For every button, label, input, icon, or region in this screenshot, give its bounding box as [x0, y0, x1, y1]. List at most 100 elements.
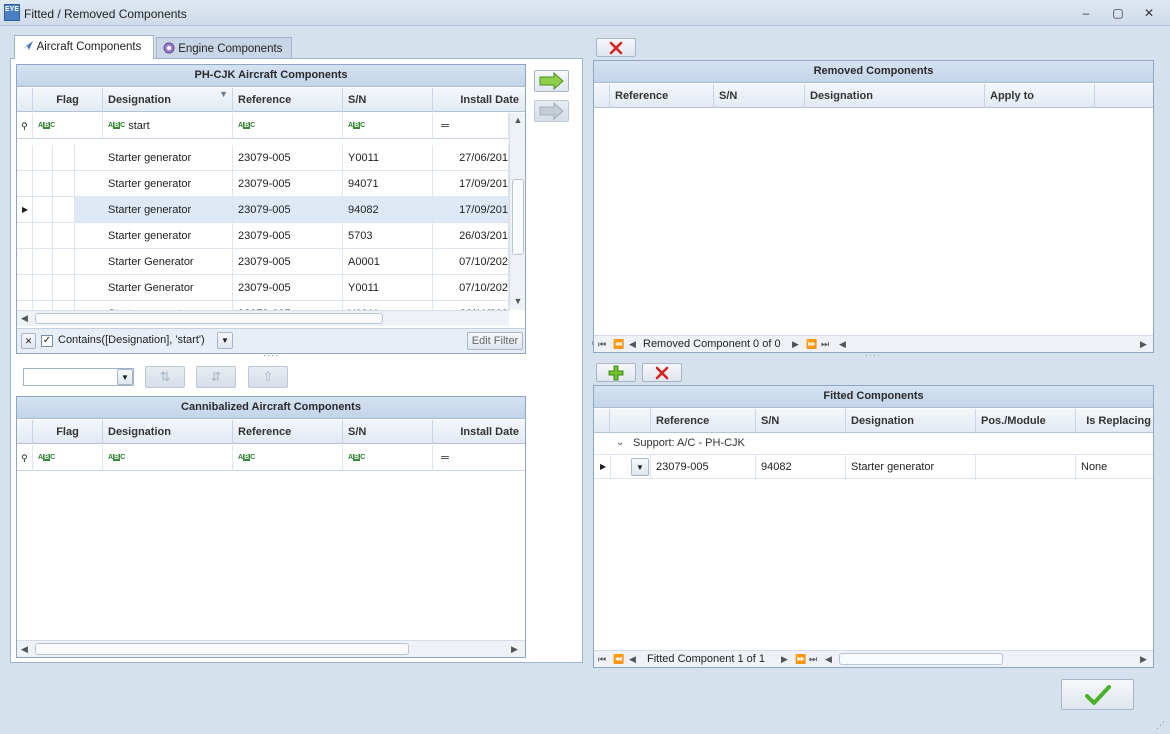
filter-icon[interactable]: ▼ [219, 88, 228, 106]
scroll-right-icon[interactable]: ▶ [1140, 339, 1147, 350]
row-pointer-icon: ▶ [600, 462, 607, 471]
filter-date-input[interactable]: ═ [433, 113, 509, 139]
filter-date-input[interactable]: ═ [433, 445, 525, 471]
delete-fitted-button[interactable] [642, 363, 682, 382]
row-is-replacing[interactable]: None [1076, 454, 1153, 480]
resize-grip-icon[interactable]: ⋰ [1156, 720, 1165, 731]
clear-filter-icon[interactable]: ✕ [21, 333, 36, 349]
edit-filter-button[interactable]: Edit Filter [467, 332, 523, 350]
cannibalized-hscrollbar[interactable]: ◀ ▶ [17, 640, 525, 657]
col-pos-module[interactable]: Pos./Module [976, 409, 1076, 433]
tab-engine-components[interactable]: Engine Components [156, 37, 292, 59]
splitter-handle-vertical[interactable]: ···· [588, 340, 598, 344]
filter-expression[interactable]: Contains([Designation], 'start') [58, 334, 205, 346]
engine-icon [163, 42, 178, 55]
col-reference[interactable]: Reference [233, 88, 343, 112]
nav-first-icon[interactable]: ⏮ [598, 654, 606, 665]
col-designation[interactable]: Designation [103, 420, 233, 444]
col-designation[interactable]: Designation [805, 84, 985, 108]
nav-next-page-icon[interactable]: ⏩ [795, 654, 806, 665]
aircraft-grid-hscrollbar[interactable]: ◀ [17, 310, 509, 326]
checkmark-icon [1084, 685, 1111, 705]
filter-reference-input[interactable]: ABC [233, 445, 343, 471]
col-apply-to[interactable]: Apply to [985, 84, 1095, 108]
ok-button[interactable] [1061, 679, 1134, 710]
filter-flag-input[interactable]: ABC [33, 445, 103, 471]
nav-next-page-icon[interactable]: ⏩ [806, 339, 817, 350]
filter-enabled-checkbox[interactable]: ✓ [41, 335, 53, 347]
maximize-button[interactable]: ▢ [1107, 4, 1129, 22]
col-flag[interactable]: Flag [33, 88, 103, 112]
table-row[interactable]: Starter generator 23079-005 94071 17/09/… [17, 171, 509, 197]
nav-last-icon[interactable]: ⏭ [821, 339, 829, 350]
filter-flag-input[interactable]: ABC [33, 113, 103, 139]
splitter-handle-left[interactable]: ···· [263, 350, 279, 360]
swap-button[interactable]: ⇵ [196, 366, 236, 388]
add-fitted-button[interactable] [596, 363, 636, 382]
scroll-left-icon[interactable]: ◀ [839, 339, 846, 350]
tab-aircraft-components[interactable]: Aircraft Components [14, 35, 154, 59]
chevron-down-icon[interactable]: ▼ [117, 369, 133, 385]
col-reference[interactable]: Reference [233, 420, 343, 444]
col-sn[interactable]: S/N [714, 84, 805, 108]
table-row[interactable]: Starter Generator 23079-005 Y0011 07/10/… [17, 275, 509, 301]
col-sn[interactable]: S/N [756, 409, 846, 433]
table-row[interactable]: Starter generator 23079-005 Y0011 27/06/… [17, 145, 509, 171]
table-row[interactable]: Starter generator 23079-005 5703 26/03/2… [17, 223, 509, 249]
table-row[interactable]: Starter Generator 23079-005 A0001 07/10/… [17, 249, 509, 275]
nav-prev-icon[interactable]: ◀ [629, 654, 636, 665]
nav-prev-icon[interactable]: ◀ [629, 339, 636, 350]
col-install-date[interactable]: Install Date [433, 420, 525, 444]
filter-sn-input[interactable]: ABC [343, 445, 433, 471]
col-flag[interactable]: Flag [33, 420, 103, 444]
col-designation[interactable]: Designation [846, 409, 976, 433]
row-expand-dropdown[interactable]: ▼ [631, 458, 649, 476]
chevron-down-icon[interactable]: ⌄ [616, 437, 624, 448]
minimize-button[interactable]: – [1075, 4, 1097, 22]
hscroll-thumb[interactable] [35, 313, 383, 324]
nav-next-icon[interactable]: ▶ [781, 654, 788, 665]
move-up-button[interactable]: ⇧ [248, 366, 288, 388]
row-pos-module[interactable] [976, 454, 1076, 480]
scroll-right-icon[interactable]: ▶ [511, 644, 518, 655]
hscroll-thumb[interactable] [839, 653, 1003, 665]
scroll-right-icon[interactable]: ▶ [1140, 654, 1147, 665]
table-row-selected[interactable]: ▶ Starter generator 23079-005 94082 17/0… [17, 197, 509, 223]
filter-designation-input[interactable]: ABC start [103, 113, 233, 139]
hscroll-thumb[interactable] [35, 643, 409, 655]
col-reference[interactable]: Reference [651, 409, 756, 433]
col-install-date[interactable]: Install Date [433, 88, 525, 112]
order-select[interactable]: ▼ [23, 368, 134, 386]
close-button[interactable]: ✕ [1138, 4, 1160, 22]
filter-sn-input[interactable]: ABC [343, 113, 433, 139]
filter-mru-dropdown[interactable]: ▼ [217, 332, 233, 349]
filter-reference-input[interactable]: ABC [233, 113, 343, 139]
table-row[interactable]: Starter generator 23079-005 Y0011 22/11/… [17, 301, 509, 310]
col-is-replacing[interactable]: Is Replacing [1076, 409, 1153, 433]
nav-prev-page-icon[interactable]: ⏪ [613, 339, 624, 350]
col-sn[interactable]: S/N [343, 420, 433, 444]
scroll-left-icon[interactable]: ◀ [825, 654, 832, 665]
nav-next-icon[interactable]: ▶ [792, 339, 799, 350]
splitter-handle-right[interactable]: ···· [865, 350, 881, 360]
group-row[interactable]: ⌄ Support: A/C - PH-CJK [594, 434, 1153, 454]
col-reference[interactable]: Reference [610, 84, 714, 108]
scroll-left-icon[interactable]: ◀ [21, 644, 28, 655]
filter-designation-input[interactable]: ABC [103, 445, 233, 471]
aircraft-grid-vscrollbar[interactable]: ▲ ▼ [509, 113, 525, 310]
move-to-fitted-button[interactable] [534, 100, 569, 122]
nav-last-icon[interactable]: ⏭ [809, 654, 817, 665]
col-sn[interactable]: S/N [343, 88, 433, 112]
col-designation[interactable]: Designation ▼ [103, 88, 233, 112]
delete-removed-button[interactable] [596, 38, 636, 57]
scroll-down-icon[interactable]: ▼ [510, 296, 526, 306]
row-reference: 23079-005 [233, 301, 343, 310]
move-up-down-button[interactable]: ⇅ [145, 366, 185, 388]
vscroll-thumb[interactable] [512, 179, 524, 255]
scroll-left-icon[interactable]: ◀ [21, 313, 28, 324]
table-row[interactable]: ▶ ▼ 23079-005 94082 Starter generator No… [594, 454, 1153, 480]
move-to-removed-button[interactable] [534, 70, 569, 92]
nav-first-icon[interactable]: ⏮ [598, 339, 606, 350]
scroll-up-icon[interactable]: ▲ [510, 115, 526, 125]
nav-prev-page-icon[interactable]: ⏪ [613, 654, 624, 665]
